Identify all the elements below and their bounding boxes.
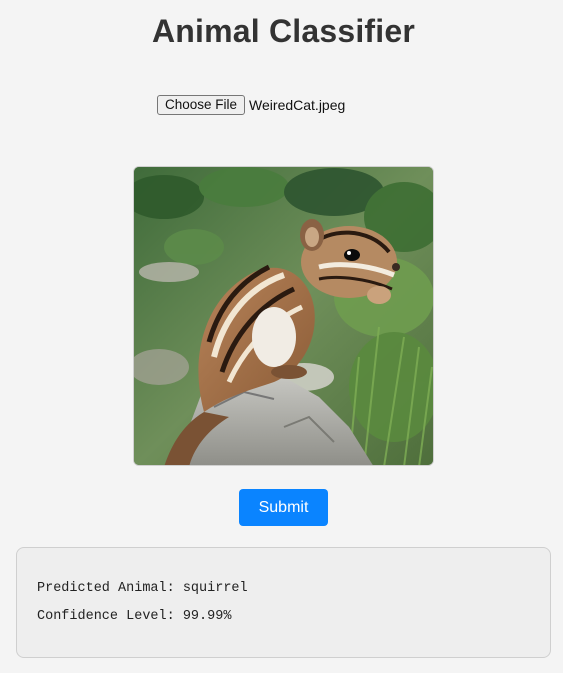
confidence-level-text: Confidence Level: 99.99% xyxy=(37,609,232,624)
image-preview xyxy=(133,166,434,466)
chipmunk-photo xyxy=(134,167,433,465)
page-title: Animal Classifier xyxy=(151,13,416,49)
page: Animal Classifier Choose File WeiredCat.… xyxy=(0,0,563,673)
predicted-animal-text: Predicted Animal: squirrel xyxy=(37,581,248,596)
choose-file-button[interactable]: Choose File xyxy=(157,95,246,115)
submit-button[interactable]: Submit xyxy=(239,489,328,526)
result-panel: Predicted Animal: squirrel Confidence Le… xyxy=(16,547,551,658)
file-upload: Choose File WeiredCat.jpeg xyxy=(157,95,345,115)
selected-file-name: WeiredCat.jpeg xyxy=(249,97,346,113)
